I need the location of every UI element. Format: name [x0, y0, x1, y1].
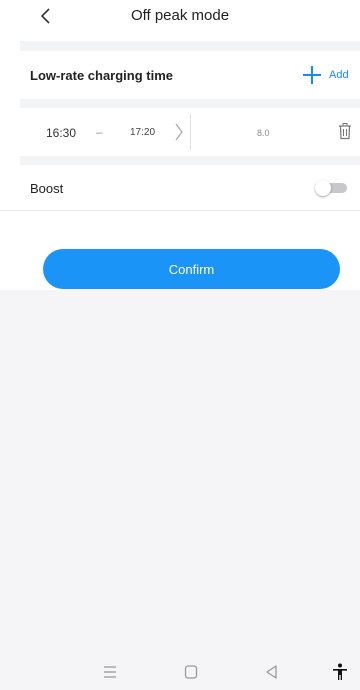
- confirm-button[interactable]: Confirm: [43, 249, 340, 289]
- section-title: Low-rate charging time: [30, 68, 174, 83]
- content-panel: Off peak mode Low-rate charging time Add…: [0, 0, 360, 290]
- chevron-right-icon[interactable]: [173, 121, 185, 143]
- home-square-icon[interactable]: [181, 662, 201, 682]
- boost-toggle[interactable]: [315, 180, 347, 196]
- app-header: Off peak mode: [0, 0, 360, 34]
- slot-end-time[interactable]: 17:20: [130, 127, 155, 138]
- accessibility-icon[interactable]: [330, 662, 350, 682]
- slot-power-value[interactable]: 8.0: [257, 128, 270, 138]
- trash-icon[interactable]: [338, 122, 352, 140]
- slot-divider: [190, 114, 191, 150]
- toggle-knob: [315, 180, 331, 196]
- section-divider: [20, 41, 360, 51]
- add-label: Add: [329, 69, 349, 81]
- section-divider: [20, 156, 360, 165]
- charging-section-header: Low-rate charging time Add: [0, 51, 360, 99]
- boost-label: Boost: [30, 181, 64, 196]
- system-nav-bar: [0, 655, 360, 690]
- section-divider: [20, 99, 360, 108]
- time-slot-row[interactable]: 16:30 – 17:20 8.0: [0, 108, 360, 156]
- slot-start-time[interactable]: 16:30: [46, 126, 76, 140]
- slot-separator: –: [96, 125, 103, 139]
- back-triangle-icon[interactable]: [262, 662, 282, 682]
- plus-icon: [303, 66, 321, 84]
- page-title: Off peak mode: [130, 7, 230, 24]
- add-time-button[interactable]: Add: [303, 64, 349, 86]
- menu-icon[interactable]: [100, 662, 120, 682]
- boost-row: Boost: [0, 165, 360, 211]
